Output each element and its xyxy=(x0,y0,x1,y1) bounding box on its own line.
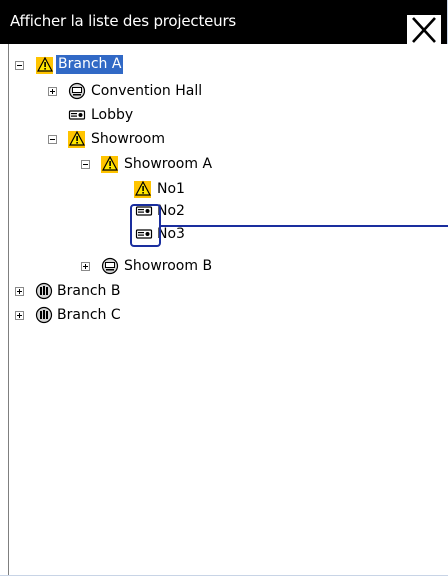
expand-toggle[interactable] xyxy=(15,287,24,296)
callout-leader-line xyxy=(161,225,448,227)
tree-item-no2[interactable]: No2 xyxy=(9,200,209,222)
tree-item-showroom-b[interactable]: Showroom B xyxy=(9,255,269,277)
group-icon xyxy=(68,82,86,100)
collapse-toggle[interactable] xyxy=(15,61,24,70)
callout-highlight xyxy=(130,204,161,247)
tree-item-branch-c[interactable]: Branch C xyxy=(9,304,209,326)
tree-item-label: Branch B xyxy=(57,283,121,299)
tree-item-label: Showroom B xyxy=(124,258,213,274)
window-title: Afficher la liste des projecteurs xyxy=(10,12,237,30)
tree-item-label: Lobby xyxy=(91,107,134,123)
group-icon xyxy=(101,257,119,275)
collapse-toggle[interactable] xyxy=(81,160,90,169)
projector-tree[interactable]: Branch A Convention Hall Lobby Showroom … xyxy=(8,44,448,575)
tree-item-branch-b[interactable]: Branch B xyxy=(9,280,209,302)
expand-toggle[interactable] xyxy=(15,311,24,320)
tree-item-label: Showroom xyxy=(91,131,165,147)
warning-icon xyxy=(134,180,152,196)
tree-item-showroom-a[interactable]: Showroom A xyxy=(9,153,269,175)
projector-list-window: Afficher la liste des projecteurs Branch… xyxy=(0,0,448,576)
tree-item-label: Convention Hall xyxy=(91,83,203,99)
warning-icon xyxy=(68,130,86,146)
close-x-icon xyxy=(412,17,436,43)
warning-icon xyxy=(36,56,54,72)
tree-item-label: Showroom A xyxy=(124,156,213,172)
tree-item-label: Branch C xyxy=(57,307,121,323)
tree-item-showroom[interactable]: Showroom xyxy=(9,128,229,150)
tree-item-label: No2 xyxy=(157,203,185,219)
title-bar: Afficher la liste des projecteurs xyxy=(0,0,447,45)
building-group-icon xyxy=(35,282,53,300)
close-button[interactable] xyxy=(407,15,441,45)
tree-item-lobby[interactable]: Lobby xyxy=(9,104,209,126)
projector-icon xyxy=(68,110,86,120)
tree-item-convention-hall[interactable]: Convention Hall xyxy=(9,80,269,102)
expand-toggle[interactable] xyxy=(81,262,90,271)
collapse-toggle[interactable] xyxy=(48,135,57,144)
tree-item-label: No1 xyxy=(157,181,185,197)
warning-icon xyxy=(101,155,119,171)
tree-item-no1[interactable]: No1 xyxy=(9,178,209,200)
tree-item-label: Branch A xyxy=(56,55,124,74)
tree-item-branch-a[interactable]: Branch A xyxy=(9,54,209,76)
building-group-icon xyxy=(35,306,53,324)
expand-toggle[interactable] xyxy=(48,87,57,96)
